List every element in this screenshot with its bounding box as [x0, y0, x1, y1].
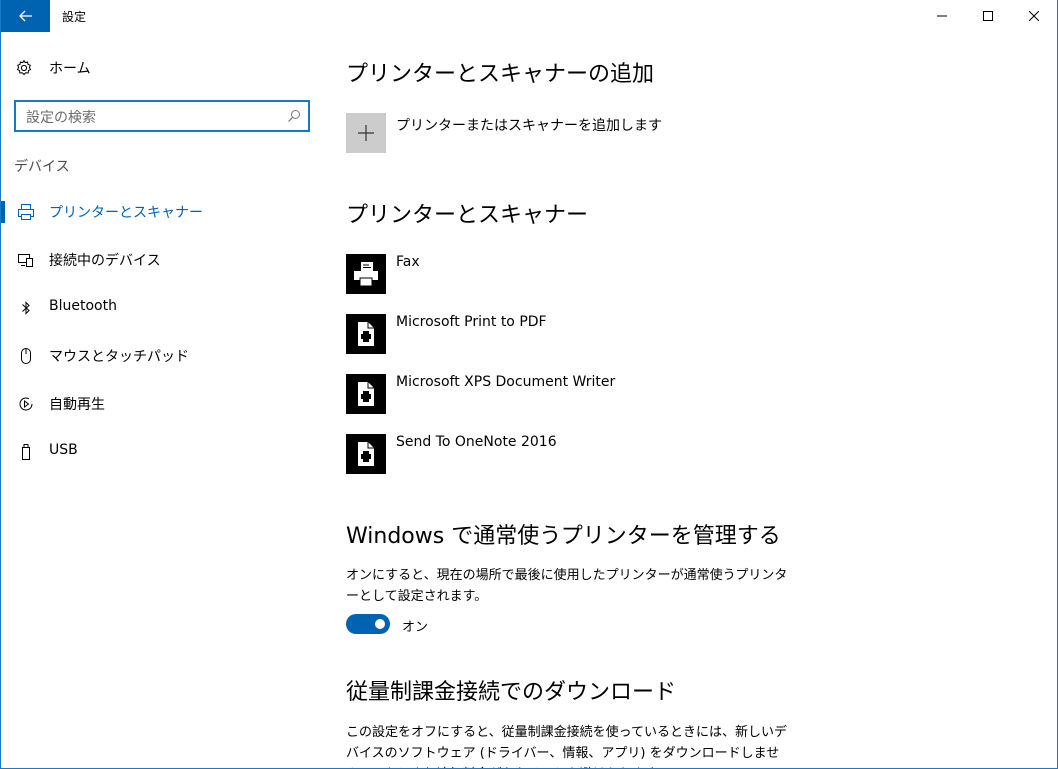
device-name: Microsoft Print to PDF: [396, 314, 547, 330]
add-printer-label[interactable]: プリンターまたはスキャナーを追加します: [396, 115, 662, 135]
sidebar-item-label: Bluetooth: [49, 298, 117, 314]
minimize-icon: [937, 15, 947, 17]
sidebar-item-label: USB: [49, 442, 78, 458]
plus-icon: [358, 125, 374, 141]
home-label: ホーム: [49, 61, 91, 77]
search-placeholder: 設定の検索: [26, 110, 96, 126]
maximize-button[interactable]: [965, 0, 1011, 32]
usb-icon: [17, 443, 35, 461]
printer-icon: [17, 203, 35, 221]
gear-icon: [16, 60, 32, 75]
device-name: Fax: [396, 254, 420, 270]
settings-window: 設定 ホーム 設定の検索 デバイス プリンターとスキャナー 接続中のデバイス B…: [0, 0, 1058, 769]
device-row[interactable]: Microsoft Print to PDF: [346, 314, 746, 354]
heading-metered-download: 従量制課金接続でのダウンロード: [346, 680, 677, 705]
window-title: 設定: [62, 10, 87, 24]
sidebar-item-mouse-touchpad[interactable]: マウスとタッチパッド: [1, 336, 323, 376]
back-arrow-icon: [18, 10, 32, 22]
sidebar-item-label: 接続中のデバイス: [49, 253, 161, 269]
search-input[interactable]: 設定の検索: [14, 100, 310, 132]
toggle-knob: [375, 619, 385, 629]
mouse-icon: [17, 347, 35, 365]
add-printer-button[interactable]: [346, 113, 386, 153]
fax-icon: [346, 254, 386, 294]
device-row[interactable]: Microsoft XPS Document Writer: [346, 374, 746, 414]
sidebar-item-bluetooth[interactable]: Bluetooth: [1, 288, 323, 328]
document-printer-icon: [346, 434, 386, 474]
toggle-state-label: オン: [402, 620, 429, 635]
sidebar: ホーム 設定の検索 デバイス プリンターとスキャナー 接続中のデバイス Blue…: [1, 32, 323, 768]
device-row[interactable]: Fax: [346, 254, 746, 294]
close-icon: [1029, 11, 1039, 21]
device-name: Microsoft XPS Document Writer: [396, 374, 616, 390]
connected-devices-icon: [17, 251, 35, 269]
sidebar-item-connected-devices[interactable]: 接続中のデバイス: [1, 240, 323, 280]
sidebar-item-usb[interactable]: USB: [1, 432, 323, 472]
minimize-button[interactable]: [919, 0, 965, 32]
heading-add-printers: プリンターとスキャナーの追加: [346, 62, 655, 87]
heading-printers-list: プリンターとスキャナー: [346, 203, 589, 228]
title-bar: 設定: [1, 0, 1057, 32]
maximize-icon: [983, 11, 993, 21]
default-printer-toggle[interactable]: [346, 614, 390, 634]
close-button[interactable]: [1011, 0, 1057, 32]
document-printer-icon: [346, 374, 386, 414]
autoplay-icon: [17, 395, 35, 413]
sidebar-item-autoplay[interactable]: 自動再生: [1, 384, 323, 424]
sidebar-item-label: マウスとタッチパッド: [49, 349, 189, 365]
back-button[interactable]: [1, 0, 50, 32]
home-link[interactable]: ホーム: [15, 56, 91, 80]
default-printer-description: オンにすると、現在の場所で最後に使用したプリンターが通常使うプリンターとして設定…: [346, 568, 788, 604]
search-icon: [288, 110, 300, 122]
section-label-devices: デバイス: [14, 159, 70, 175]
heading-default-printer: Windows で通常使うプリンターを管理する: [346, 524, 781, 549]
sidebar-item-label: 自動再生: [49, 397, 105, 413]
active-indicator: [1, 201, 5, 223]
main-content: プリンターとスキャナーの追加 プリンターまたはスキャナーを追加します プリンター…: [346, 32, 1046, 768]
bluetooth-icon: [17, 299, 35, 317]
metered-description: この設定をオフにすると、従量制課金接続を使っているときには、新しいデバイスのソフ…: [346, 725, 787, 768]
device-name: Send To OneNote 2016: [396, 434, 557, 450]
document-printer-icon: [346, 314, 386, 354]
sidebar-item-printers[interactable]: プリンターとスキャナー: [1, 192, 323, 232]
sidebar-item-label: プリンターとスキャナー: [49, 205, 203, 221]
device-row[interactable]: Send To OneNote 2016: [346, 434, 746, 474]
